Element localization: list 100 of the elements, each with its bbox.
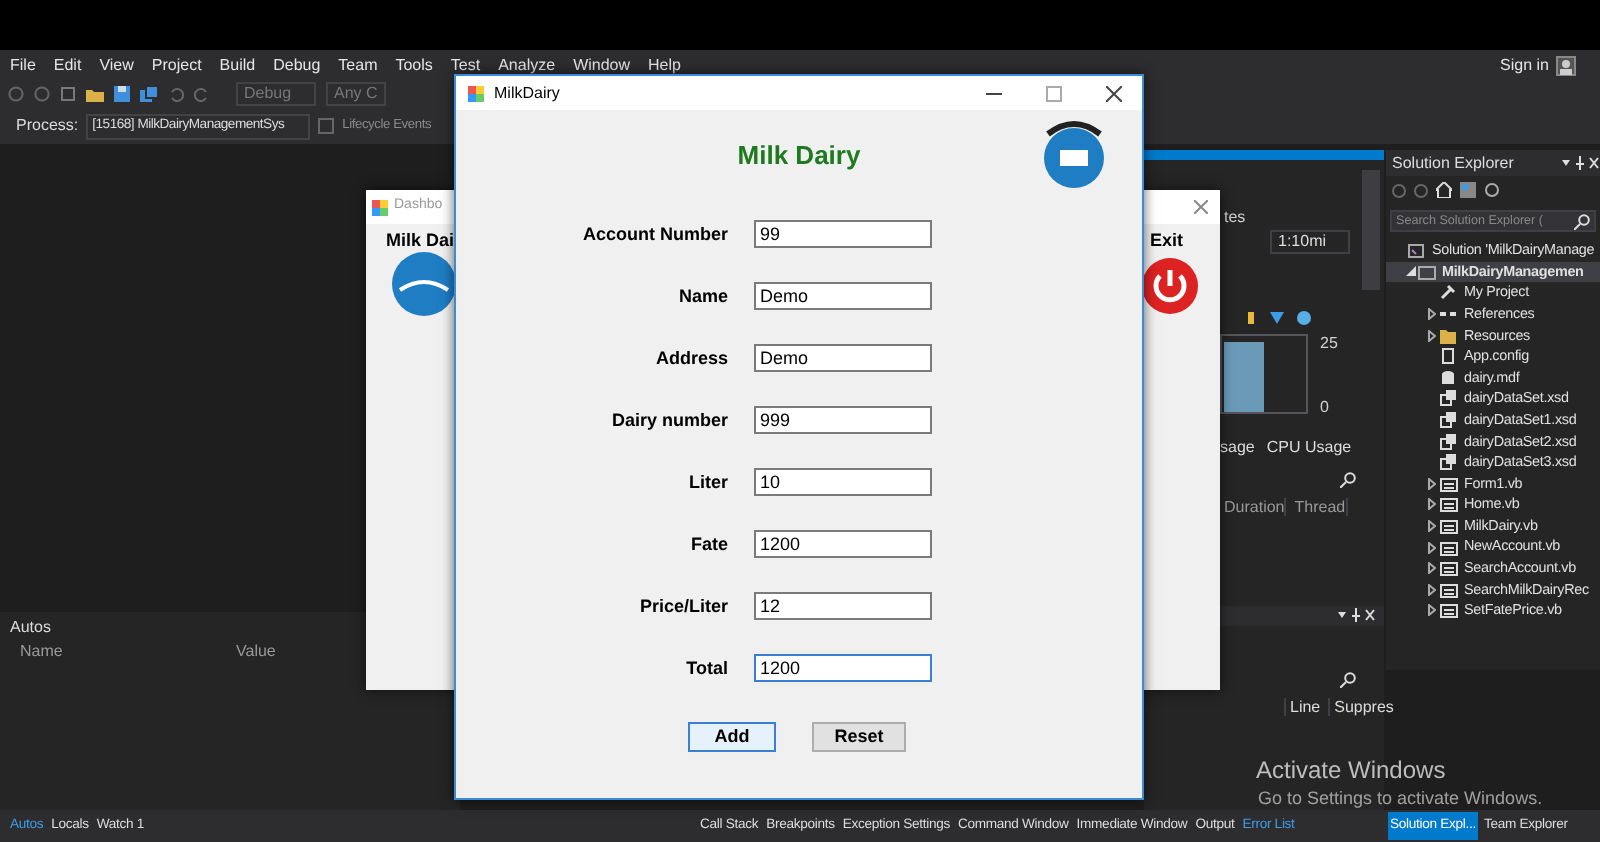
pin-icon[interactable]: [1336, 608, 1376, 622]
form-icon: [1440, 602, 1458, 619]
form-icon: [1440, 518, 1458, 535]
input-field[interactable]: 1200: [754, 529, 932, 558]
axis-label: 0: [1320, 398, 1329, 417]
field-label: Dairy number: [609, 409, 728, 431]
menu-item[interactable]: Edit: [53, 55, 82, 75]
sign-in-link[interactable]: Sign in: [1500, 56, 1549, 75]
home-icon[interactable]: [1436, 182, 1452, 198]
search-icon[interactable]: [1574, 213, 1590, 229]
back-icon[interactable]: [1392, 183, 1406, 197]
graph-frame: [1220, 334, 1308, 414]
menu-item[interactable]: File: [10, 55, 36, 75]
time-field: 1:10mi: [1270, 230, 1350, 254]
database-icon: [1440, 369, 1458, 386]
dairy-logo-drawing: [1040, 118, 1108, 190]
collapsed-arrow-icon[interactable]: [1428, 477, 1436, 490]
back-icon[interactable]: [8, 86, 24, 102]
menu-item[interactable]: Help: [648, 55, 681, 75]
column-header: Duration: [1224, 498, 1287, 517]
user-icon[interactable]: [1556, 56, 1576, 76]
app-icon: [468, 85, 484, 101]
new-item-icon[interactable]: [60, 86, 76, 102]
column-header: Line: [1284, 698, 1321, 717]
input-field[interactable]: Demo: [754, 344, 932, 373]
reset-button[interactable]: Reset: [812, 722, 906, 753]
search-icon[interactable]: [1340, 672, 1356, 688]
redo-icon[interactable]: [194, 86, 210, 102]
menu-item[interactable]: Test: [450, 55, 481, 75]
field-label: Liter: [686, 471, 728, 493]
forward-icon[interactable]: [34, 86, 50, 102]
file-icon: [1440, 348, 1458, 365]
collapsed-arrow-icon[interactable]: [1428, 329, 1436, 342]
form-heading: Milk Dairy: [737, 142, 861, 172]
input-field[interactable]: 12: [754, 591, 932, 620]
form-icon: [1440, 539, 1458, 556]
field-label: Name: [676, 286, 728, 307]
field-label: Price/Liter: [637, 595, 728, 616]
menu-item[interactable]: Build: [219, 55, 256, 75]
field-label: Account Number: [580, 224, 728, 246]
expanded-arrow-icon[interactable]: [1405, 266, 1415, 277]
settings-icon[interactable]: [1484, 182, 1500, 198]
collapsed-arrow-icon[interactable]: [1428, 583, 1436, 596]
column-header: Thread: [1294, 498, 1348, 517]
folder-icon[interactable]: [86, 86, 104, 102]
form-icon: [1440, 496, 1458, 513]
menu-item[interactable]: Window: [573, 55, 631, 75]
field-label: Fate: [688, 533, 728, 555]
diagnostics-tab[interactable]: sage: [1220, 438, 1255, 457]
diagnostics-tab[interactable]: CPU Usage: [1266, 438, 1352, 457]
folder-icon: [1440, 327, 1458, 344]
close-icon[interactable]: [1106, 85, 1122, 101]
collapsed-arrow-icon[interactable]: [1428, 604, 1436, 617]
menu-item[interactable]: Team: [338, 55, 378, 75]
field-label: Total: [684, 657, 728, 678]
collapsed-arrow-icon[interactable]: [1428, 498, 1436, 511]
input-field[interactable]: Demo: [754, 282, 932, 311]
form-icon: [1440, 581, 1458, 598]
column-header: Suppres: [1328, 698, 1394, 717]
field-label: Address: [653, 348, 728, 369]
menu-item[interactable]: Project: [151, 55, 202, 75]
axis-label: 25: [1320, 334, 1338, 353]
menu-item[interactable]: Tools: [395, 55, 433, 75]
menu-item[interactable]: Analyze: [498, 55, 556, 75]
heading: Milk Dai: [386, 230, 455, 251]
collapsed-arrow-icon[interactable]: [1428, 520, 1436, 533]
collapsed-arrow-icon[interactable]: [1428, 308, 1436, 321]
column-header: Value: [236, 642, 278, 661]
search-icon[interactable]: [1340, 472, 1356, 488]
milk-logo-drawing: [390, 250, 458, 318]
input-field[interactable]: 1200: [754, 653, 932, 682]
menu-item[interactable]: Debug: [273, 55, 321, 75]
activation-subtitle: Go to Settings to activate Windows.: [1258, 788, 1543, 809]
form-icon: [1440, 560, 1458, 577]
wrench-icon: [1440, 284, 1458, 301]
process-label: Process:: [16, 116, 79, 136]
input-field[interactable]: 99: [754, 220, 932, 249]
pin-icon[interactable]: [1560, 156, 1600, 170]
forward-icon[interactable]: [1414, 183, 1428, 197]
menu-item[interactable]: View: [99, 55, 134, 75]
window-title: MilkDairy: [494, 83, 560, 103]
collapsed-arrow-icon[interactable]: [1428, 562, 1436, 575]
input-field[interactable]: 999: [754, 406, 932, 435]
app-icon: [372, 199, 388, 215]
input-field[interactable]: 10: [754, 468, 932, 496]
activation-title: Activate Windows: [1256, 758, 1446, 786]
save-all-icon[interactable]: [140, 86, 158, 102]
collapsed-arrow-icon[interactable]: [1428, 541, 1436, 554]
power-icon[interactable]: [1140, 256, 1200, 316]
undo-icon[interactable]: [168, 86, 184, 102]
form-icon: [1440, 475, 1458, 492]
column-header: Name: [20, 642, 65, 661]
exit-label: Exit: [1150, 230, 1184, 251]
usage-bar-drawing: [1224, 342, 1264, 412]
panel-title: Solution Explorer: [1392, 153, 1514, 173]
solution-icon: [1408, 242, 1426, 259]
add-button[interactable]: Add: [688, 722, 776, 753]
panel-title: Autos: [8, 616, 53, 640]
section-label: tes: [1224, 208, 1246, 227]
scrollbar[interactable]: [1362, 170, 1380, 290]
